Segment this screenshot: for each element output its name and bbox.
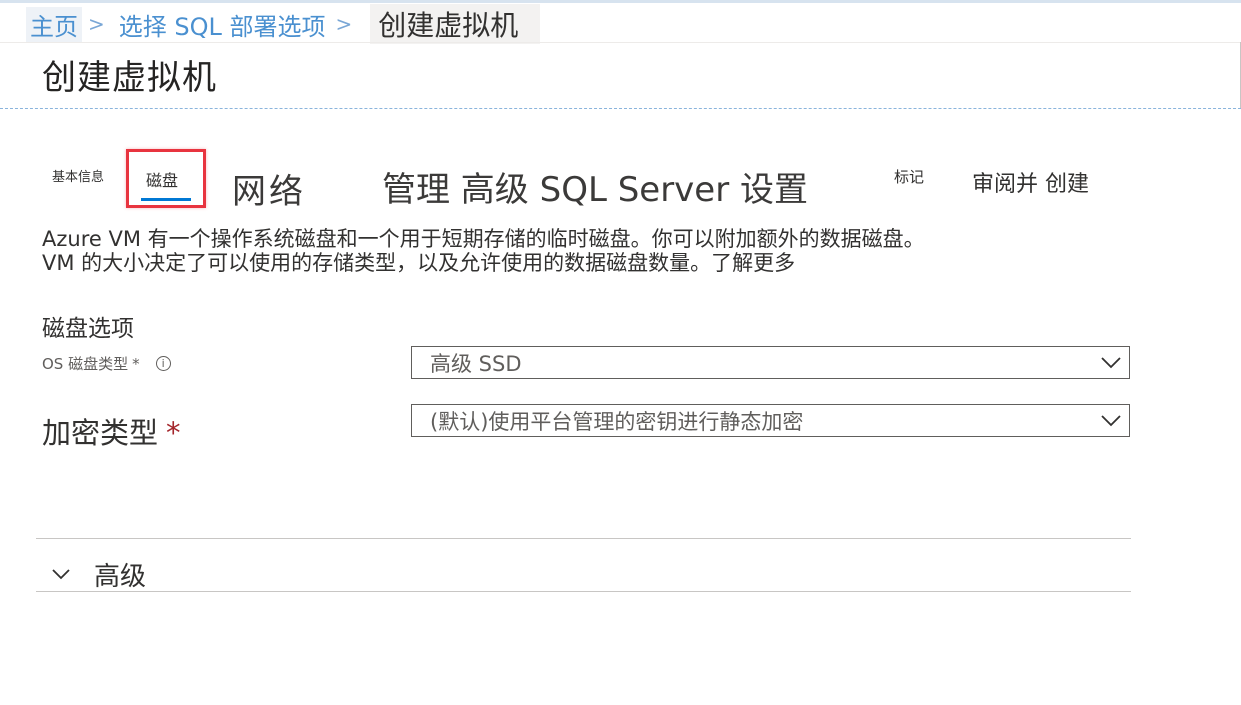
advanced-section-toggle[interactable]: 高级 — [52, 556, 146, 593]
page-title: 创建虚拟机 — [42, 58, 217, 98]
os-disk-type-dropdown[interactable]: 高级 SSD — [411, 346, 1130, 379]
tab-management-sql-settings[interactable]: 管理 高级 SQL Server 设置 — [382, 162, 808, 211]
breadcrumb-deploy-options-link[interactable]: 选择 SQL 部署选项 — [115, 7, 330, 42]
encryption-type-dropdown[interactable]: (默认)使用平台管理的密钥进行静态加密 — [411, 404, 1130, 437]
top-border — [0, 0, 1241, 3]
tab-basics[interactable]: 基本信息 — [52, 166, 104, 185]
encryption-type-label: 加密类型 * — [42, 410, 181, 452]
encryption-type-value: (默认)使用平台管理的密钥进行静态加密 — [430, 409, 804, 434]
disks-description: Azure VM 有一个操作系统磁盘和一个用于短期存储的临时磁盘。你可以附加额外… — [42, 227, 1122, 275]
advanced-top-divider — [36, 538, 1131, 539]
header-divider — [0, 42, 1241, 43]
title-divider — [0, 108, 1241, 109]
description-line-1: Azure VM 有一个操作系统磁盘和一个用于短期存储的临时磁盘。你可以附加额外… — [42, 227, 925, 251]
chevron-down-icon — [1093, 414, 1129, 427]
chevron-down-icon — [52, 569, 72, 580]
encryption-type-required: * — [166, 416, 181, 450]
breadcrumb-separator: > — [88, 12, 105, 36]
advanced-bottom-divider — [36, 591, 1131, 592]
os-disk-type-label: OS 磁盘类型 * i — [42, 353, 171, 374]
chevron-down-icon — [1093, 356, 1129, 369]
tab-review-create[interactable]: 审阅并 创建 — [972, 166, 1089, 198]
description-line-2: VM 的大小决定了可以使用的存储类型，以及允许使用的数据磁盘数量。了解更多 — [42, 251, 796, 275]
os-disk-type-label-text: OS 磁盘类型 — [42, 355, 129, 373]
info-icon[interactable]: i — [155, 356, 171, 371]
breadcrumb-home-link[interactable]: 主页 — [26, 6, 82, 42]
disk-options-heading: 磁盘选项 — [42, 316, 134, 342]
os-disk-type-required: * — [132, 354, 140, 373]
advanced-label: 高级 — [94, 562, 147, 592]
os-disk-type-value: 高级 SSD — [430, 351, 522, 376]
tab-tags[interactable]: 标记 — [894, 166, 924, 187]
breadcrumb-current: 创建虚拟机 — [370, 4, 541, 44]
encryption-type-label-text: 加密类型 — [42, 416, 159, 450]
breadcrumb: 主页 > 选择 SQL 部署选项 > 创建虚拟机 — [26, 4, 541, 44]
tab-highlight-box — [126, 149, 206, 208]
tab-networking[interactable]: 网络 — [232, 164, 306, 213]
breadcrumb-separator: > — [335, 12, 353, 36]
